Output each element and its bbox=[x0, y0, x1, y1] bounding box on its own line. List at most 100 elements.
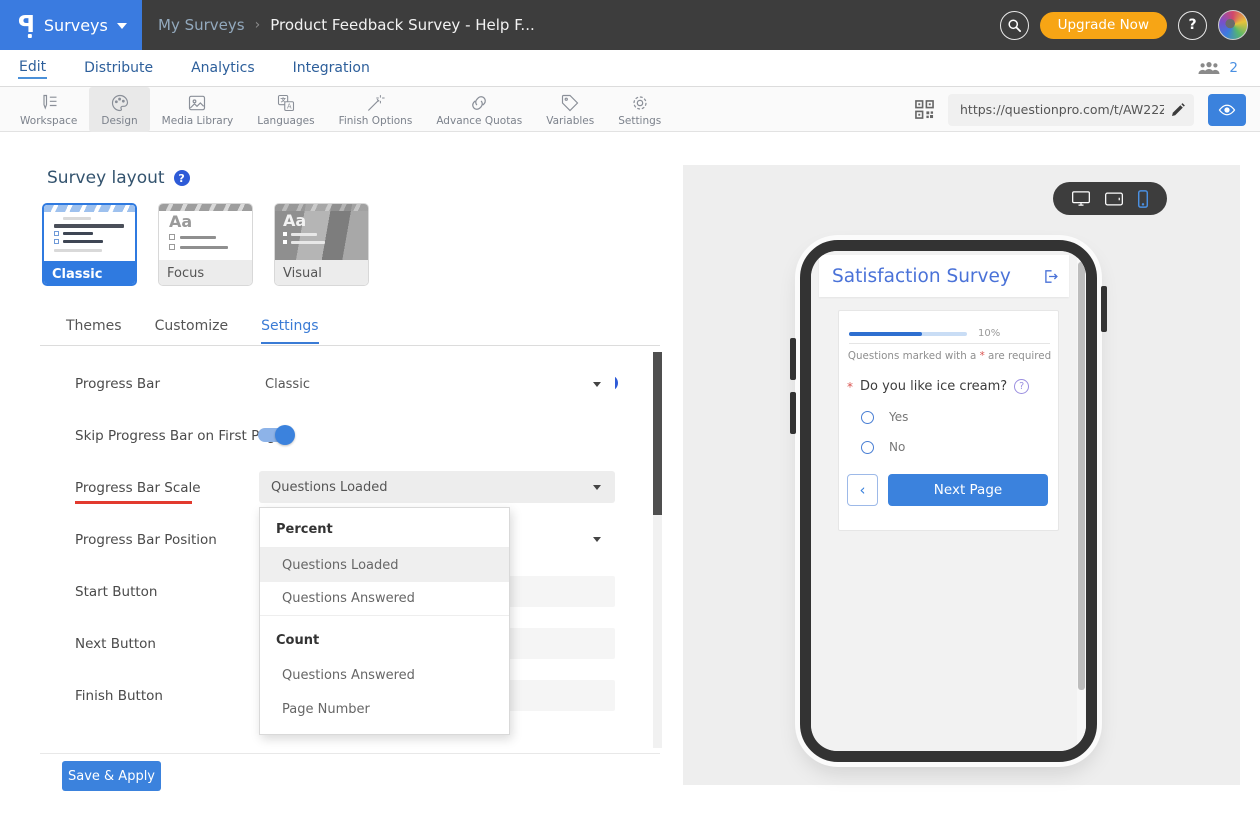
progress-bar-select[interactable]: Classic bbox=[259, 368, 615, 400]
radio-yes[interactable] bbox=[861, 411, 874, 424]
design-panel-tabs: Themes Customize Settings bbox=[66, 318, 319, 344]
upgrade-now-button[interactable]: Upgrade Now bbox=[1040, 12, 1167, 39]
question-help-icon[interactable]: ? bbox=[1014, 379, 1029, 394]
toggle-knob bbox=[275, 425, 295, 445]
survey-layout-help-icon[interactable]: ? bbox=[174, 170, 190, 186]
nav-tab-distribute[interactable]: Distribute bbox=[83, 58, 154, 78]
questionpro-logo-icon: P bbox=[18, 14, 35, 37]
nav-tab-integration[interactable]: Integration bbox=[292, 58, 371, 78]
start-button-label: Start Button bbox=[75, 584, 158, 600]
exit-survey-icon[interactable] bbox=[1042, 268, 1059, 285]
preview-button[interactable] bbox=[1208, 94, 1246, 126]
dropdown-group-percent: Percent bbox=[260, 512, 509, 548]
preview-scrollbar[interactable] bbox=[1077, 251, 1086, 751]
breadcrumb-my-surveys[interactable]: My Surveys bbox=[158, 16, 245, 34]
preview-panel: Satisfaction Survey 10% bbox=[683, 165, 1240, 785]
settings-scrollbar-thumb[interactable] bbox=[653, 352, 662, 515]
save-apply-button[interactable]: Save & Apply bbox=[62, 761, 161, 791]
tablet-icon bbox=[1104, 191, 1124, 207]
product-menu[interactable]: P Surveys bbox=[0, 0, 142, 50]
radio-no[interactable] bbox=[861, 441, 874, 454]
toolbar-media-library[interactable]: Media Library bbox=[150, 87, 246, 132]
scroll-down-arrow-icon[interactable] bbox=[1078, 744, 1084, 749]
scroll-up-arrow-icon[interactable] bbox=[1078, 253, 1084, 258]
tab-settings[interactable]: Settings bbox=[261, 318, 318, 344]
progress-bar-scale-select[interactable]: Questions Loaded bbox=[259, 471, 615, 503]
breadcrumb: My Surveys › Product Feedback Survey - H… bbox=[158, 0, 535, 50]
phone-power-button bbox=[1101, 286, 1107, 332]
toolbar-workspace[interactable]: Workspace bbox=[8, 87, 89, 132]
next-page-button[interactable]: Next Page bbox=[888, 474, 1048, 506]
chevron-down-icon bbox=[593, 382, 601, 387]
questionpro-app: P Surveys My Surveys › Product Feedback … bbox=[0, 0, 1260, 829]
qr-code-icon[interactable] bbox=[915, 100, 934, 119]
toolbar-design[interactable]: Design bbox=[89, 87, 149, 132]
desktop-icon bbox=[1071, 190, 1091, 207]
finish-button-label: Finish Button bbox=[75, 688, 163, 704]
tab-customize[interactable]: Customize bbox=[155, 318, 229, 344]
option-no[interactable]: No bbox=[861, 440, 905, 454]
dropdown-group-count: Count bbox=[260, 622, 509, 658]
progress-bar-scale-value: Questions Loaded bbox=[271, 480, 388, 495]
mobile-preview-button[interactable] bbox=[1137, 189, 1149, 209]
visual-thumbnail: Aa bbox=[275, 204, 368, 260]
focus-thumbnail: Aa bbox=[159, 204, 252, 260]
layout-card-classic-label: Classic bbox=[44, 261, 135, 286]
help-glyph: ? bbox=[1188, 17, 1196, 33]
required-note: Questions marked with a * are required bbox=[839, 350, 1060, 362]
user-avatar[interactable] bbox=[1218, 10, 1248, 40]
settings-gear-icon bbox=[630, 93, 650, 113]
progress-bar-value: Classic bbox=[265, 377, 310, 392]
layout-card-visual[interactable]: Aa Visual bbox=[274, 203, 369, 286]
option-yes-label: Yes bbox=[889, 410, 908, 424]
dropdown-option-questions-answered-percent[interactable]: Questions Answered bbox=[260, 582, 509, 616]
question-row: * Do you like ice cream? ? bbox=[847, 379, 1029, 394]
toolbar-languages[interactable]: A Languages bbox=[245, 87, 326, 132]
survey-layout-title: Survey layout bbox=[47, 168, 165, 188]
preview-progress-fill bbox=[849, 332, 922, 336]
survey-url-field[interactable]: https://questionpro.com/t/AW22Z4B bbox=[948, 94, 1194, 126]
layout-card-focus[interactable]: Aa Focus bbox=[158, 203, 253, 286]
product-menu-label: Surveys bbox=[44, 16, 108, 35]
device-switcher bbox=[1053, 182, 1167, 215]
settings-scrollbar[interactable] bbox=[653, 352, 662, 748]
previous-page-button[interactable]: ‹ bbox=[847, 474, 878, 506]
desktop-preview-button[interactable] bbox=[1071, 190, 1091, 207]
preview-scrollbar-thumb[interactable] bbox=[1078, 262, 1085, 690]
preview-progress-percent: 10% bbox=[978, 328, 1000, 339]
languages-icon: A bbox=[276, 93, 296, 113]
dropdown-option-page-number[interactable]: Page Number bbox=[260, 692, 509, 726]
dropdown-option-questions-loaded[interactable]: Questions Loaded bbox=[260, 548, 509, 582]
progress-bar-scale-label: Progress Bar Scale bbox=[75, 480, 201, 496]
design-palette-icon bbox=[110, 93, 130, 113]
toolbar-advance-quotas[interactable]: Advance Quotas bbox=[424, 87, 534, 132]
toolbar-settings[interactable]: Settings bbox=[606, 87, 673, 132]
nav-tab-edit[interactable]: Edit bbox=[18, 57, 47, 79]
collaborators-count: 2 bbox=[1229, 60, 1238, 76]
classic-thumbnail bbox=[44, 205, 135, 261]
layout-card-focus-label: Focus bbox=[159, 260, 252, 286]
progress-bar-position-label: Progress Bar Position bbox=[75, 532, 217, 548]
breadcrumb-survey-name: Product Feedback Survey - Help F... bbox=[270, 16, 535, 34]
tablet-preview-button[interactable] bbox=[1104, 191, 1124, 207]
toolbar-variables[interactable]: Variables bbox=[534, 87, 606, 132]
toolbar-finish-options[interactable]: Finish Options bbox=[327, 87, 425, 132]
survey-nav: Edit Distribute Analytics Integration 2 bbox=[0, 50, 1260, 87]
search-button[interactable] bbox=[1000, 11, 1029, 40]
layout-card-classic[interactable]: Classic bbox=[42, 203, 137, 286]
dropdown-option-questions-answered-count[interactable]: Questions Answered bbox=[260, 658, 509, 692]
survey-preview-title: Satisfaction Survey bbox=[832, 266, 1011, 287]
help-button[interactable]: ? bbox=[1178, 11, 1207, 40]
search-icon bbox=[1007, 18, 1022, 33]
tab-themes[interactable]: Themes bbox=[66, 318, 122, 344]
skip-progress-toggle[interactable] bbox=[258, 428, 292, 442]
option-yes[interactable]: Yes bbox=[861, 410, 908, 424]
edit-url-pencil-icon[interactable] bbox=[1170, 102, 1186, 118]
progress-bar-label: Progress Bar bbox=[75, 376, 160, 392]
chevron-down-icon bbox=[593, 485, 601, 490]
survey-question-card: 10% Questions marked with a * are requir… bbox=[838, 310, 1059, 531]
collaborators[interactable]: 2 bbox=[1198, 50, 1238, 86]
nav-tab-analytics[interactable]: Analytics bbox=[190, 58, 256, 78]
phone-volume-up-button bbox=[790, 338, 796, 380]
skip-progress-label: Skip Progress Bar on First Page bbox=[75, 428, 284, 444]
